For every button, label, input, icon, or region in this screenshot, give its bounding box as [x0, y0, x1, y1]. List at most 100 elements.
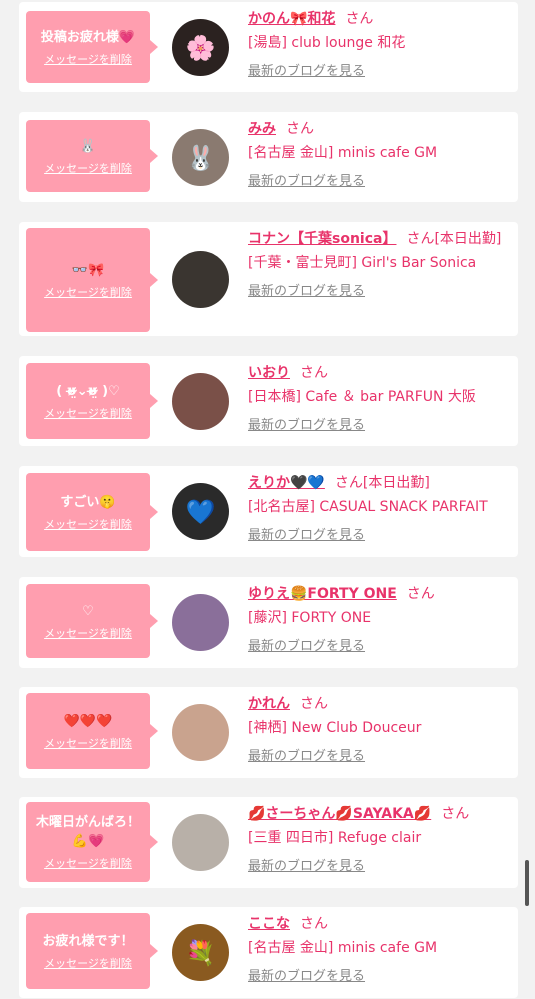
message-text: 投稿お疲れ様💗: [40, 29, 136, 45]
shop-name: [湯島] club lounge 和花: [248, 35, 406, 51]
honorific: さん[本日出勤]: [406, 231, 502, 247]
delete-message-link[interactable]: メッセージを削除: [44, 737, 132, 751]
message-card: 👓🎀 メッセージを削除 コナン【千葉sonica】 さん[本日出勤] [千葉・富士…: [19, 222, 518, 336]
latest-blog-link[interactable]: 最新のブログを見る: [248, 857, 365, 877]
cast-info: いおり さん [日本橋] Cafe ＆ bar PARFUN 大阪 最新のブログを…: [248, 362, 510, 436]
cast-info: えりか🖤💙 さん[本日出勤] [北名古屋] CASUAL SNACK PARFAI…: [248, 472, 510, 546]
cast-info: ゆりえ🍔FORTY ONE さん [藤沢] FORTY ONE 最新のブログを見る: [248, 583, 510, 657]
avatar-image-icon: 🐰: [185, 143, 216, 172]
honorific: さん: [300, 365, 328, 381]
message-bubble: すごい🤫 メッセージを削除: [26, 473, 158, 551]
delete-message-link[interactable]: メッセージを削除: [44, 53, 132, 67]
avatar[interactable]: 🐰: [172, 129, 229, 186]
message-bubble: ♡ メッセージを削除: [26, 584, 158, 658]
cast-info: みみ さん [名古屋 金山] minis cafe GM 最新のブログを見る: [248, 118, 510, 192]
honorific: さん: [300, 916, 328, 932]
honorific: さん: [441, 806, 470, 822]
cast-name-link[interactable]: かのん🎀和花: [248, 11, 335, 27]
avatar-image-icon: 🌸: [185, 33, 216, 62]
delete-message-link[interactable]: メッセージを削除: [44, 286, 132, 300]
latest-blog-link[interactable]: 最新のブログを見る: [248, 637, 365, 657]
avatar[interactable]: 💙: [172, 483, 229, 540]
avatar[interactable]: [172, 704, 229, 761]
cast-name-link[interactable]: かれん: [248, 696, 290, 712]
name-line: みみ さん: [248, 118, 510, 140]
message-text: ( ʊ̴̶̷̤⌄ʊ̴̶̷̤ )♡: [56, 383, 120, 399]
message-card: 木曜日がんばろ！💪💗 メッセージを削除 💋さーちゃん💋SAYAKA💋 さん [三重…: [19, 797, 518, 888]
latest-blog-link[interactable]: 最新のブログを見る: [248, 747, 365, 767]
message-bubble: 木曜日がんばろ！💪💗 メッセージを削除: [26, 802, 158, 882]
shop-name: [三重 四日市] Refuge clair: [248, 830, 422, 846]
message-text: お疲れ様です！: [42, 933, 134, 949]
message-bubble: ( ʊ̴̶̷̤⌄ʊ̴̶̷̤ )♡ メッセージを削除: [26, 363, 158, 439]
name-line: 💋さーちゃん💋SAYAKA💋 さん: [248, 803, 510, 825]
delete-message-link[interactable]: メッセージを削除: [44, 518, 132, 532]
shop-name: [千葉・富士見町] Girl's Bar Sonica: [248, 255, 477, 271]
latest-blog-link[interactable]: 最新のブログを見る: [248, 416, 365, 436]
shop-name: [藤沢] FORTY ONE: [248, 610, 372, 626]
delete-message-link[interactable]: メッセージを削除: [44, 957, 132, 971]
cast-name-link[interactable]: えりか🖤💙: [248, 475, 325, 491]
message-card: 投稿お疲れ様💗 メッセージを削除 🌸 かのん🎀和花 さん [湯島] club lo…: [19, 2, 518, 92]
cast-name-link[interactable]: コナン【千葉sonica】: [248, 231, 396, 247]
name-line: いおり さん: [248, 362, 510, 384]
message-card: ( ʊ̴̶̷̤⌄ʊ̴̶̷̤ )♡ メッセージを削除 いおり さん [日本橋] Ca…: [19, 356, 518, 446]
honorific: さん: [300, 696, 328, 712]
shop-name: [北名古屋] CASUAL SNACK PARFAIT: [248, 499, 488, 515]
name-line: かれん さん: [248, 693, 510, 715]
honorific: さん[本日出勤]: [334, 475, 430, 491]
cast-name-link[interactable]: ゆりえ🍔FORTY ONE: [248, 586, 397, 602]
cast-info: 💋さーちゃん💋SAYAKA💋 さん [三重 四日市] Refuge clair 最…: [248, 803, 510, 877]
avatar[interactable]: [172, 251, 229, 308]
scrollbar[interactable]: [525, 860, 529, 906]
message-text: ❤️❤️❤️: [63, 713, 113, 729]
name-line: えりか🖤💙 さん[本日出勤]: [248, 472, 510, 494]
shop-name: [名古屋 金山] minis cafe GM: [248, 145, 438, 161]
shop-name: [日本橋] Cafe ＆ bar PARFUN 大阪: [248, 389, 476, 405]
name-line: かのん🎀和花 さん: [248, 8, 510, 30]
delete-message-link[interactable]: メッセージを削除: [44, 162, 132, 176]
message-card: ♡ メッセージを削除 ゆりえ🍔FORTY ONE さん [藤沢] FORTY ON…: [19, 577, 518, 668]
honorific: さん: [345, 11, 374, 27]
message-text: ♡: [82, 603, 94, 619]
cast-info: かのん🎀和花 さん [湯島] club lounge 和花 最新のブログを見る: [248, 8, 510, 82]
message-text: 👓🎀: [71, 262, 105, 278]
latest-blog-link[interactable]: 最新のブログを見る: [248, 172, 365, 192]
avatar[interactable]: [172, 814, 229, 871]
avatar[interactable]: [172, 594, 229, 651]
message-bubble: お疲れ様です！ メッセージを削除: [26, 913, 158, 989]
message-bubble: 投稿お疲れ様💗 メッセージを削除: [26, 11, 158, 83]
honorific: さん: [286, 121, 314, 137]
message-text: 🐰: [79, 138, 97, 154]
latest-blog-link[interactable]: 最新のブログを見る: [248, 967, 365, 987]
delete-message-link[interactable]: メッセージを削除: [44, 407, 132, 421]
avatar[interactable]: 🌸: [172, 19, 229, 76]
avatar-image-icon: 💙: [185, 497, 216, 526]
delete-message-link[interactable]: メッセージを削除: [44, 627, 132, 641]
cast-info: ここな さん [名古屋 金山] minis cafe GM 最新のブログを見る: [248, 913, 510, 987]
cast-name-link[interactable]: ここな: [248, 916, 290, 932]
message-bubble: 👓🎀 メッセージを削除: [26, 228, 158, 332]
latest-blog-link[interactable]: 最新のブログを見る: [248, 62, 365, 82]
message-bubble: 🐰 メッセージを削除: [26, 120, 158, 192]
cast-name-link[interactable]: みみ: [248, 121, 276, 137]
message-card: 🐰 メッセージを削除 🐰 みみ さん [名古屋 金山] minis cafe GM…: [19, 112, 518, 202]
message-bubble: ❤️❤️❤️ メッセージを削除: [26, 693, 158, 769]
message-text: すごい🤫: [60, 494, 116, 510]
name-line: ここな さん: [248, 913, 510, 935]
honorific: さん: [406, 586, 435, 602]
cast-name-link[interactable]: 💋さーちゃん💋SAYAKA💋: [248, 806, 431, 822]
shop-name: [神栖] New Club Douceur: [248, 720, 422, 736]
message-card: すごい🤫 メッセージを削除 💙 えりか🖤💙 さん[本日出勤] [北名古屋] CAS…: [19, 466, 518, 557]
latest-blog-link[interactable]: 最新のブログを見る: [248, 526, 365, 546]
avatar[interactable]: [172, 373, 229, 430]
latest-blog-link[interactable]: 最新のブログを見る: [248, 282, 365, 302]
cast-info: かれん さん [神栖] New Club Douceur 最新のブログを見る: [248, 693, 510, 767]
name-line: コナン【千葉sonica】 さん[本日出勤]: [248, 228, 510, 250]
name-line: ゆりえ🍔FORTY ONE さん: [248, 583, 510, 605]
message-text: 木曜日がんばろ！💪💗: [35, 815, 140, 849]
message-card: お疲れ様です！ メッセージを削除 💐 ここな さん [名古屋 金山] minis …: [19, 907, 518, 998]
cast-name-link[interactable]: いおり: [248, 365, 290, 381]
delete-message-link[interactable]: メッセージを削除: [44, 857, 132, 871]
avatar[interactable]: 💐: [172, 924, 229, 981]
